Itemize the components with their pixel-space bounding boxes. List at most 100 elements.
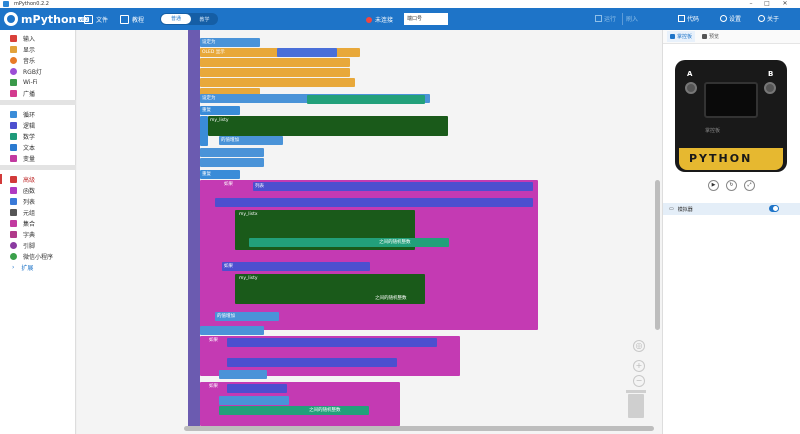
block-label: 如果 (224, 182, 233, 187)
category-label: 数学 (23, 133, 36, 141)
dict-icon (10, 230, 17, 238)
text-icon (10, 143, 17, 151)
tab-board[interactable]: 掌控板 (667, 31, 696, 42)
recenter-icon[interactable]: ◎ (633, 340, 645, 352)
board-label-b: B (768, 70, 774, 78)
block-condition[interactable] (253, 182, 533, 191)
category-set[interactable]: 集合 (0, 218, 76, 228)
block-condition[interactable] (227, 338, 437, 347)
category-input[interactable]: 输入 (0, 33, 76, 43)
about-button[interactable]: 关于 (758, 14, 779, 23)
category-wechat[interactable]: 微信小程序 (0, 251, 76, 261)
category-math[interactable]: 数学 (0, 131, 76, 141)
play-icon[interactable]: ▶ (708, 180, 719, 191)
block-set-variable[interactable] (200, 326, 264, 335)
category-logic[interactable]: 逻辑 (0, 120, 76, 130)
info-icon (758, 15, 765, 22)
about-label: 关于 (767, 16, 780, 23)
code-button[interactable]: 代码 (678, 14, 699, 23)
block-random[interactable] (219, 406, 369, 415)
simulator-toggle[interactable] (769, 205, 779, 212)
loop-icon (10, 110, 17, 118)
category-variable[interactable]: 变量 (0, 153, 76, 163)
category-label: 函数 (23, 187, 36, 195)
tab-label: 预览 (709, 34, 720, 40)
book-icon (120, 14, 129, 24)
block-condition[interactable] (227, 384, 287, 393)
trash-icon[interactable] (626, 390, 646, 418)
mode-normal[interactable]: 普通 (161, 14, 191, 24)
category-music[interactable]: 音乐 (0, 55, 76, 65)
block-oled-draw[interactable] (200, 68, 350, 77)
fullscreen-icon[interactable]: ⤢ (744, 180, 755, 191)
status-dot-icon (366, 16, 372, 23)
block-label: 之间的随机整数 (375, 296, 407, 301)
file-icon (84, 14, 93, 24)
category-loop[interactable]: 循环 (0, 109, 76, 119)
pin-icon (10, 241, 17, 249)
zoom-out-icon[interactable]: − (633, 375, 645, 387)
board-button-b[interactable] (764, 82, 776, 94)
port-select[interactable]: 端口号 (404, 13, 448, 25)
vertical-scrollbar[interactable] (655, 180, 660, 330)
mode-toggle[interactable]: 普通 教学 (160, 13, 218, 25)
board-button-a[interactable] (685, 82, 697, 94)
wechat-icon (10, 252, 17, 260)
run-button[interactable]: 运行 (595, 14, 616, 23)
restart-icon[interactable]: ↻ (726, 180, 737, 191)
block-label: my_listy (239, 276, 258, 281)
minimize-icon[interactable]: – (744, 0, 758, 8)
file-label: 文件 (96, 16, 109, 24)
board-logo: 掌控板 (705, 128, 721, 134)
category-pins[interactable]: 引脚 (0, 240, 76, 250)
category-dict[interactable]: 字典 (0, 229, 76, 239)
close-icon[interactable]: ✕ (778, 0, 792, 8)
block-oled-draw[interactable] (200, 78, 355, 87)
flash-button[interactable]: 刷入 (626, 14, 638, 23)
block-condition[interactable] (215, 198, 533, 207)
block-condition[interactable] (227, 358, 397, 367)
block-oled-draw[interactable] (200, 58, 350, 67)
block-random[interactable] (307, 95, 425, 104)
category-broadcast[interactable]: 广播 (0, 88, 76, 98)
block-random[interactable] (249, 238, 449, 247)
category-label: 高级 (23, 176, 36, 184)
category-display[interactable]: 显示 (0, 44, 76, 54)
block-workspace[interactable]: 设定为 OLED 显示 设定为 重复 my_listy 的值增加 重复 如果 列… (77, 30, 662, 434)
block-label: 如果 (209, 384, 218, 389)
maximize-icon[interactable]: □ (760, 0, 774, 8)
block-text-value[interactable] (277, 48, 337, 57)
block-set-variable[interactable] (200, 158, 264, 167)
connection-status[interactable]: 未连接 (366, 15, 393, 24)
settings-label: 设置 (729, 16, 742, 23)
block-set-variable[interactable] (200, 148, 264, 157)
category-function[interactable]: 函数 (0, 185, 76, 195)
category-rgb[interactable]: RGB灯 (0, 66, 76, 76)
horizontal-scrollbar[interactable] (184, 426, 654, 431)
category-label: 输入 (23, 35, 36, 43)
app-icon (3, 1, 9, 7)
variable-icon (10, 154, 17, 162)
category-text[interactable]: 文本 (0, 142, 76, 152)
mode-teaching[interactable]: 教学 (191, 16, 218, 23)
block-list-set[interactable] (208, 116, 448, 136)
header-divider (622, 13, 623, 25)
app-header: mPython v0.2 文件 教程 普通 教学 未连接 端口号 运行 刷入 代… (0, 8, 800, 30)
category-wifi[interactable]: Wi-Fi (0, 77, 76, 87)
advanced-icon (10, 175, 17, 183)
zoom-in-icon[interactable]: + (633, 360, 645, 372)
category-tuple[interactable]: 元组 (0, 207, 76, 217)
category-list[interactable]: 列表 (0, 196, 76, 206)
block-set-variable[interactable] (219, 396, 289, 405)
category-advanced[interactable]: 高级 (0, 174, 76, 184)
category-extension[interactable]: › 扩展 (0, 262, 76, 272)
block-label: 如果 (209, 338, 218, 343)
app-logo: mPython v0.2 (4, 10, 90, 28)
settings-button[interactable]: 设置 (720, 14, 741, 23)
tutorial-button[interactable]: 教程 (120, 13, 144, 25)
block-condition[interactable] (222, 262, 370, 271)
tab-preview[interactable]: 预览 (699, 31, 722, 42)
file-button[interactable]: 文件 (84, 13, 108, 25)
block-set-variable[interactable] (219, 370, 267, 379)
logo-text: mPython (21, 12, 77, 26)
